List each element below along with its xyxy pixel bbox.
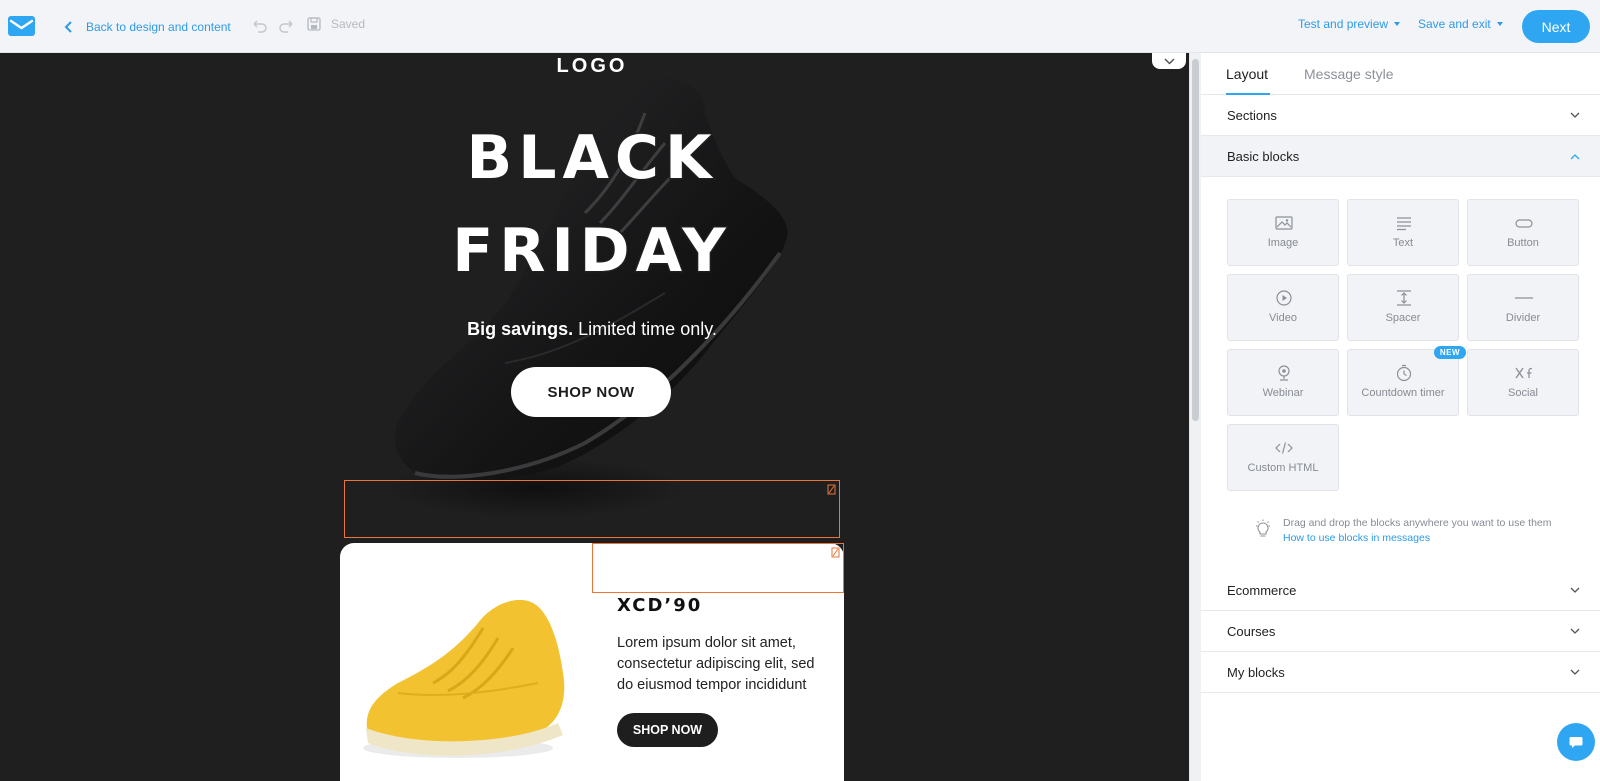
video-icon (1276, 290, 1292, 306)
block-text-label: Text (1392, 237, 1414, 249)
blocks-panel: Layout Message style Sections Basic bloc… (1201, 53, 1600, 781)
basic-blocks-label: Basic blocks (1227, 148, 1300, 164)
block-divider[interactable]: Divider (1467, 274, 1579, 341)
caret-down-icon (1496, 22, 1503, 26)
edit-handle-icon[interactable] (831, 547, 840, 558)
lightbulb-icon (1256, 519, 1270, 537)
ecommerce-label: Ecommerce (1227, 582, 1297, 598)
my-blocks-label: My blocks (1227, 664, 1285, 680)
headline-line-2: FRIDAY (451, 215, 732, 288)
button-icon (1515, 219, 1533, 228)
block-social-label: Social (1508, 387, 1538, 399)
code-icon (1275, 442, 1293, 454)
next-button[interactable]: Next (1522, 10, 1590, 43)
chat-support-button[interactable] (1557, 723, 1595, 761)
saved-label: Saved (331, 17, 366, 31)
product-description: Lorem ipsum dolor sit amet, consectetur … (617, 635, 815, 693)
test-preview-label: Test and preview (1298, 17, 1389, 31)
chevron-up-icon (1570, 154, 1580, 160)
block-spacer-label: Spacer (1385, 312, 1421, 324)
redo-icon[interactable] (278, 17, 296, 35)
back-to-design-link[interactable]: Back to design and content (64, 17, 231, 37)
hero-tagline: Big savings. Limited time only. (0, 319, 1184, 340)
block-custom-html-label: Custom HTML (1247, 462, 1319, 474)
block-text[interactable]: Text (1347, 199, 1459, 266)
getresponse-logo-icon[interactable] (8, 16, 35, 36)
block-video[interactable]: Video (1227, 274, 1339, 341)
undo-icon[interactable] (250, 17, 268, 35)
block-spacer[interactable]: Spacer (1347, 274, 1459, 341)
chat-bubble-icon (1569, 736, 1583, 748)
block-video-label: Video (1269, 312, 1297, 324)
tagline-bold: Big savings. (467, 319, 574, 339)
block-custom-html[interactable]: Custom HTML (1227, 424, 1339, 491)
new-badge: NEW (1434, 346, 1466, 359)
tab-message-style[interactable]: Message style (1304, 66, 1393, 82)
social-icon (1515, 367, 1532, 379)
save-and-exit-menu[interactable]: Save and exit (1418, 17, 1503, 31)
accordion-ecommerce[interactable]: Ecommerce (1201, 570, 1600, 611)
block-countdown-label: Countdown timer (1361, 387, 1445, 399)
how-to-use-blocks-link[interactable]: How to use blocks in messages (1283, 531, 1552, 546)
block-divider-label: Divider (1505, 312, 1541, 324)
test-and-preview-menu[interactable]: Test and preview (1298, 17, 1401, 31)
courses-label: Courses (1227, 623, 1276, 639)
block-webinar[interactable]: Webinar (1227, 349, 1339, 416)
accordion-basic-blocks[interactable]: Basic blocks (1201, 136, 1600, 177)
block-webinar-label: Webinar (1262, 387, 1304, 399)
floppy-disk-icon (307, 17, 321, 31)
product-shop-now-button[interactable]: SHOP NOW (617, 713, 718, 747)
email-canvas[interactable]: LOGO BLACK FRIDAY Big savings. Limited t… (0, 53, 1189, 781)
product-title: XCD’90 (617, 595, 703, 616)
headline-line-1: BLACK (465, 122, 718, 195)
block-countdown-timer[interactable]: Countdown timer (1347, 349, 1459, 416)
accordion-sections[interactable]: Sections (1201, 95, 1600, 136)
canvas-scrollbar[interactable] (1189, 53, 1201, 781)
chevron-down-icon (1570, 628, 1580, 634)
spacer-icon (1397, 290, 1411, 306)
blocks-hint: Drag and drop the blocks anywhere you wa… (1283, 516, 1552, 546)
sections-label: Sections (1227, 107, 1277, 123)
save-status: Saved (307, 17, 365, 31)
webinar-icon (1278, 365, 1290, 381)
block-button-label: Button (1507, 237, 1539, 249)
chevron-down-icon (1570, 112, 1580, 118)
back-link-label: Back to design and content (86, 20, 231, 34)
timer-icon (1396, 364, 1412, 382)
caret-down-icon (1394, 22, 1401, 26)
edit-handle-icon[interactable] (827, 484, 836, 495)
block-image-label: Image (1267, 237, 1299, 249)
text-icon (1397, 217, 1411, 231)
email-logo-text: LOGO (556, 55, 628, 77)
chevron-down-icon (1570, 669, 1580, 675)
chevron-left-icon (64, 21, 72, 33)
image-icon (1275, 216, 1293, 230)
accordion-courses[interactable]: Courses (1201, 611, 1600, 652)
block-social[interactable]: Social (1467, 349, 1579, 416)
text-block-selection[interactable] (592, 543, 844, 593)
yellow-sneaker-image[interactable] (358, 583, 568, 763)
tab-layout[interactable]: Layout (1226, 66, 1268, 82)
tagline-rest: Limited time only. (573, 319, 717, 339)
block-image[interactable]: Image (1227, 199, 1339, 266)
divider-icon (1515, 297, 1533, 299)
top-bar: Back to design and content Saved Test an… (0, 0, 1600, 53)
spacer-block-selection[interactable] (344, 480, 840, 538)
save-exit-label: Save and exit (1418, 17, 1491, 31)
hero-shop-now-button[interactable]: SHOP NOW (511, 367, 671, 417)
hint-text: Drag and drop the blocks anywhere you wa… (1283, 517, 1552, 529)
block-button[interactable]: Button (1467, 199, 1579, 266)
accordion-my-blocks[interactable]: My blocks (1201, 652, 1600, 693)
chevron-down-icon (1570, 587, 1580, 593)
scrollbar-thumb[interactable] (1192, 59, 1199, 421)
panel-tabs: Layout Message style (1201, 53, 1600, 95)
